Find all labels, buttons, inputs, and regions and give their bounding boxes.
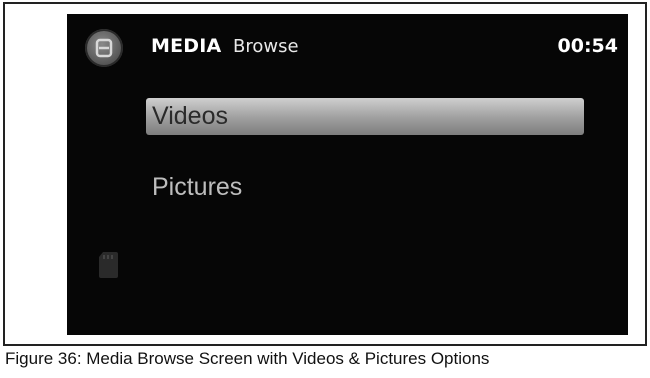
menu-glyph	[95, 38, 113, 58]
sd-card-icon	[99, 252, 118, 278]
menu-item-label: Pictures	[152, 173, 243, 201]
figure-frame: MEDIA Browse 00:54 Videos Pictures	[3, 2, 647, 346]
figure-caption: Figure 36: Media Browse Screen with Vide…	[5, 349, 490, 368]
menu-item-videos[interactable]: Videos	[146, 98, 584, 135]
menu-item-pictures[interactable]: Pictures	[146, 169, 584, 206]
clock: 00:54	[557, 35, 618, 57]
menu-circle-icon[interactable]	[85, 29, 123, 67]
media-screen: MEDIA Browse 00:54 Videos Pictures	[67, 14, 628, 335]
menu-item-label: Videos	[152, 102, 228, 130]
header-title: MEDIA	[151, 35, 222, 57]
header-subtitle: Browse	[233, 36, 299, 57]
